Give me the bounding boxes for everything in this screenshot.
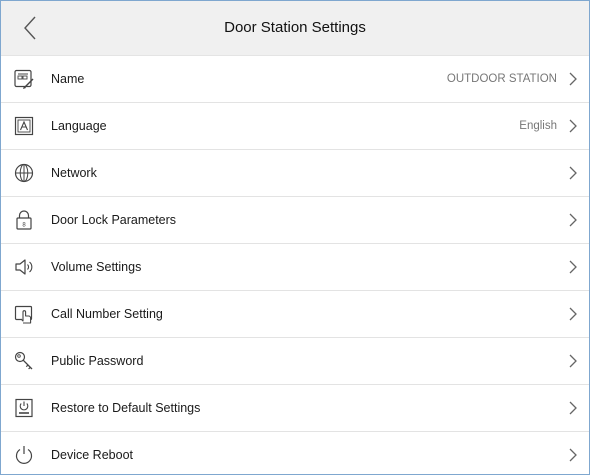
chevron-right-icon [569,401,577,415]
power-icon [15,446,33,464]
settings-item-label: Network [51,166,97,180]
chevron-right-icon [569,448,577,462]
settings-item-public-password[interactable]: Public Password [1,338,589,385]
settings-item-restore-default[interactable]: Restore to Default Settings [1,385,589,432]
settings-item-network[interactable]: Network [1,150,589,197]
settings-item-label: Door Lock Parameters [51,213,177,227]
settings-window: Door Station Settings Name OUTDOOR STATI… [0,0,590,475]
settings-item-call-number[interactable]: Call Number Setting [1,291,589,338]
chevron-right-icon [569,72,577,86]
settings-item-value: OUTDOOR STATION [446,73,557,85]
settings-list: Name OUTDOOR STATION Language English Ne… [1,56,589,474]
name-card-edit-icon [14,69,34,89]
call-touch-icon [14,305,33,324]
chevron-right-icon [569,213,577,227]
settings-item-label: Device Reboot [51,448,133,462]
page-title: Door Station Settings [224,19,366,36]
header-bar: Door Station Settings [1,1,589,56]
settings-item-label: Restore to Default Settings [51,401,201,415]
chevron-right-icon [569,307,577,321]
settings-item-label: Language [51,119,107,133]
globe-icon [14,163,34,183]
settings-item-device-reboot[interactable]: Device Reboot [1,432,589,474]
chevron-right-icon [569,119,577,133]
settings-item-label: Call Number Setting [51,307,163,321]
door-lock-icon: 8 [16,210,32,230]
settings-item-label: Volume Settings [51,260,142,274]
language-a-icon [14,116,34,136]
settings-item-value: English [519,120,557,132]
chevron-right-icon [569,166,577,180]
speaker-icon [15,259,33,275]
settings-item-label: Name [51,72,85,86]
key-icon [14,351,33,370]
settings-item-language[interactable]: Language English [1,103,589,150]
settings-item-door-lock[interactable]: 8 Door Lock Parameters [1,197,589,244]
chevron-right-icon [569,354,577,368]
settings-item-name[interactable]: Name OUTDOOR STATION [1,56,589,103]
settings-item-volume[interactable]: Volume Settings [1,244,589,291]
restore-default-icon [15,398,33,418]
svg-text:8: 8 [22,223,26,229]
chevron-right-icon [569,260,577,274]
settings-item-label: Public Password [51,354,144,368]
